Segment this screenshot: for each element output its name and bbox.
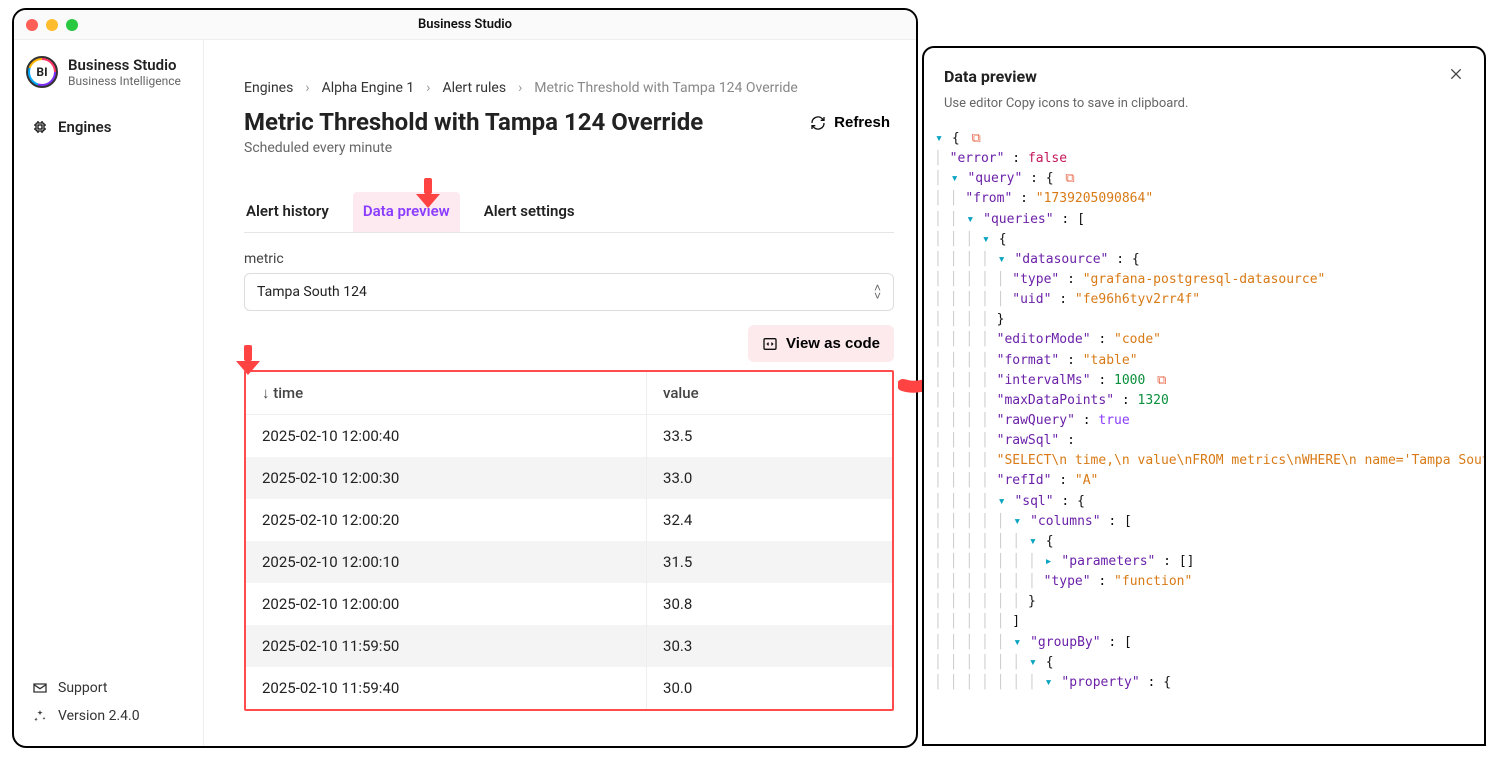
brand-logo: BI (26, 56, 58, 88)
sidebar-footer: Support Version 2.4.0 (14, 664, 203, 746)
cell-value: 32.4 (647, 499, 892, 541)
metric-label: metric (244, 251, 894, 267)
refresh-button[interactable]: Refresh (806, 108, 894, 137)
cell-value: 30.0 (647, 667, 892, 709)
breadcrumb-engine[interactable]: Alpha Engine 1 (322, 80, 415, 96)
sidebar: BI Business Studio Business Intelligence… (14, 40, 204, 746)
panel-hint: Use editor Copy icons to save in clipboa… (924, 96, 1484, 123)
data-table-highlight: ↓ time value 2025-02-10 12:00:4033.52025… (244, 370, 894, 711)
table-row[interactable]: 2025-02-10 12:00:1031.5 (246, 541, 892, 583)
page-subtitle: Scheduled every minute (244, 140, 703, 156)
copy-icon[interactable]: ⧉ (1157, 373, 1166, 388)
col-value-header[interactable]: value (647, 372, 892, 415)
cell-time: 2025-02-10 12:00:00 (246, 583, 647, 625)
titlebar: Business Studio (14, 10, 916, 40)
breadcrumb-alert-rules[interactable]: Alert rules (442, 80, 506, 96)
sort-desc-icon: ↓ (262, 384, 270, 402)
cell-value: 31.5 (647, 541, 892, 583)
data-table: ↓ time value 2025-02-10 12:00:4033.52025… (246, 372, 892, 709)
brand-name: Business Studio (68, 56, 181, 74)
col-time-header[interactable]: ↓ time (246, 372, 647, 415)
brand: BI Business Studio Business Intelligence (14, 40, 203, 100)
json-viewer[interactable]: ▾ { ⧉│ "error" : false│ ▾ "query" : { ⧉│… (924, 123, 1484, 744)
cell-time: 2025-02-10 11:59:50 (246, 625, 647, 667)
chip-icon (32, 119, 48, 135)
chevron-right-icon: › (305, 80, 309, 96)
cell-value: 33.5 (647, 415, 892, 458)
main-window: Business Studio BI Business Studio Busin… (12, 8, 918, 748)
cell-time: 2025-02-10 12:00:20 (246, 499, 647, 541)
code-icon (762, 336, 778, 352)
cell-time: 2025-02-10 11:59:40 (246, 667, 647, 709)
col-time-label: time (273, 384, 303, 402)
version-info: Version 2.4.0 (22, 702, 195, 730)
sidebar-item-engines[interactable]: Engines (22, 110, 195, 144)
breadcrumb-current: Metric Threshold with Tampa 124 Override (534, 80, 798, 96)
page-title: Metric Threshold with Tampa 124 Override (244, 108, 703, 136)
refresh-label: Refresh (834, 114, 890, 131)
window-title: Business Studio (14, 17, 916, 32)
chevron-right-icon: › (518, 80, 522, 96)
panel-title: Data preview (944, 67, 1037, 86)
chevron-right-icon: › (426, 80, 430, 96)
tab-data-preview[interactable]: Data preview (353, 192, 460, 232)
content: Engines › Alpha Engine 1 › Alert rules ›… (204, 40, 916, 746)
cell-value: 30.3 (647, 625, 892, 667)
cell-time: 2025-02-10 12:00:10 (246, 541, 647, 583)
annotation-arrow-icon (236, 345, 260, 373)
tab-alert-history[interactable]: Alert history (244, 192, 331, 232)
metric-select[interactable]: Tampa South 124 ˄˅ (244, 273, 894, 311)
updown-icon: ˄˅ (874, 284, 881, 300)
sparkle-icon (32, 708, 48, 724)
annotation-arrow-icon (416, 178, 440, 206)
data-preview-panel: Data preview Use editor Copy icons to sa… (922, 46, 1486, 746)
breadcrumb: Engines › Alpha Engine 1 › Alert rules ›… (244, 40, 894, 108)
version-label: Version 2.4.0 (58, 708, 140, 724)
brand-tagline: Business Intelligence (68, 74, 181, 88)
breadcrumb-engines[interactable]: Engines (244, 80, 293, 96)
close-icon (1448, 66, 1464, 82)
cell-value: 33.0 (647, 457, 892, 499)
tabs: Alert history Data preview Alert setting… (244, 192, 894, 233)
refresh-icon (810, 115, 826, 131)
copy-icon[interactable]: ⧉ (971, 131, 980, 146)
cell-time: 2025-02-10 12:00:30 (246, 457, 647, 499)
mail-icon (32, 680, 48, 696)
support-link[interactable]: Support (22, 674, 195, 702)
metric-select-value: Tampa South 124 (257, 284, 367, 300)
table-row[interactable]: 2025-02-10 11:59:5030.3 (246, 625, 892, 667)
tab-alert-settings[interactable]: Alert settings (482, 192, 577, 232)
table-row[interactable]: 2025-02-10 12:00:4033.5 (246, 415, 892, 458)
view-as-code-button[interactable]: View as code (748, 325, 894, 362)
cell-time: 2025-02-10 12:00:40 (246, 415, 647, 458)
cell-value: 30.8 (647, 583, 892, 625)
view-as-code-label: View as code (786, 335, 880, 352)
table-row[interactable]: 2025-02-10 12:00:2032.4 (246, 499, 892, 541)
sidebar-item-label: Engines (58, 118, 111, 136)
close-panel-button[interactable] (1448, 66, 1464, 86)
support-label: Support (58, 680, 107, 696)
sidebar-nav: Engines (14, 100, 203, 154)
table-row[interactable]: 2025-02-10 12:00:3033.0 (246, 457, 892, 499)
table-row[interactable]: 2025-02-10 11:59:4030.0 (246, 667, 892, 709)
table-row[interactable]: 2025-02-10 12:00:0030.8 (246, 583, 892, 625)
copy-icon[interactable]: ⧉ (1065, 171, 1074, 186)
